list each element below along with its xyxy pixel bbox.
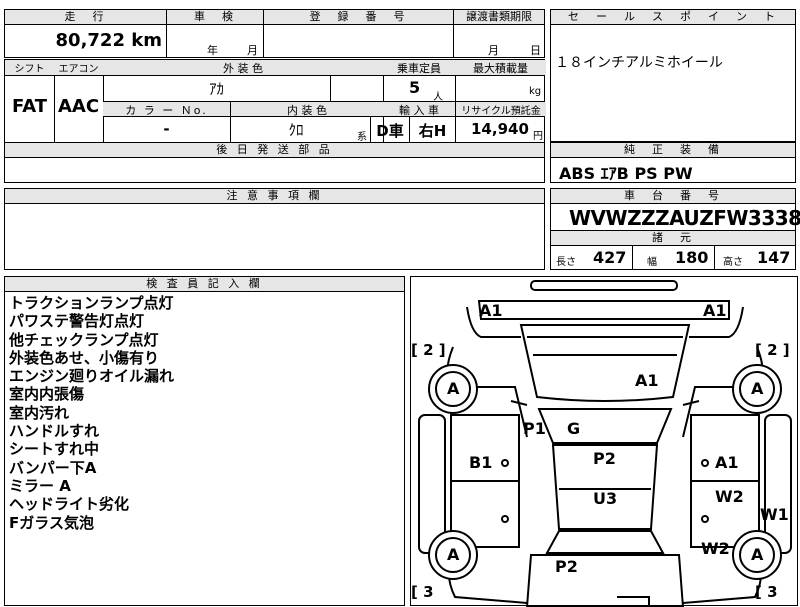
damage-mark-trunk: P2	[555, 557, 578, 576]
transfer-month-unit: 月	[488, 44, 499, 57]
equipment-header: 純 正 装 備	[551, 143, 795, 158]
import-value-1: D車	[376, 122, 404, 140]
damage-mark-door-right-rear: W2	[715, 487, 744, 506]
note-line: シートすれ中	[9, 440, 100, 459]
inspection-box: 車 検 年 月	[166, 9, 264, 58]
inspector-notes: トラクションランプ点灯 パワステ警告灯点灯 他チェックランプ点灯 外装色あせ、小…	[9, 294, 174, 532]
inspector-box: 検 査 員 記 入 欄 トラクションランプ点灯 パワステ警告灯点灯 他チェックラ…	[4, 276, 405, 606]
transfer-box: 譲渡書類期限 月 日	[453, 9, 545, 58]
caution-box: 注 意 事 項 欄	[4, 188, 545, 270]
mileage-value: 80,722	[55, 30, 125, 51]
max-load-label: 最大積載量	[455, 60, 546, 75]
tread-left-rear: [ 3	[411, 583, 434, 601]
note-line: 外装色あせ、小傷有り	[9, 348, 160, 367]
exterior-color-label: 外 装 色	[103, 60, 383, 75]
max-load-unit: kg	[529, 86, 542, 97]
tread-left-front: [ 2 ]	[411, 341, 446, 359]
note-line: ミラー A	[9, 476, 71, 495]
spec-grid: シフト FAT エアコン AAC 外 装 色 ｱｶ 乗車定員 5 人 最大積載量…	[4, 59, 546, 143]
recycle-label: リサイクル預託金	[456, 102, 546, 117]
ac-label: エアコン	[54, 60, 103, 75]
damage-mark-pillar: P1	[523, 419, 546, 438]
transfer-label: 譲渡書類期限	[454, 10, 544, 25]
length-label: 長さ	[556, 257, 576, 268]
damage-mark-front-right: A1	[703, 301, 727, 320]
damage-mark-tire-fr: A	[751, 379, 764, 398]
shift-value: FAT	[11, 96, 48, 117]
damage-mark-quarter-rear-right: W2	[701, 539, 730, 558]
sales-point-text: １８インチアルミホイール	[555, 55, 723, 71]
damage-mark-hood: A1	[635, 371, 659, 390]
capacity-value: 5	[409, 78, 421, 97]
inspector-header: 検 査 員 記 入 欄	[5, 277, 404, 292]
recycle-unit: 円	[533, 131, 543, 142]
width-value: 180	[675, 248, 709, 267]
equipment-box: 純 正 装 備 ABS ｴｱB PS PW	[550, 142, 796, 183]
ac-value: AAC	[57, 96, 100, 117]
capacity-label: 乗車定員	[383, 60, 455, 75]
damage-mark-door-left: B1	[469, 453, 493, 472]
delivery-parts-header: 後 日 発 送 部 品	[5, 143, 544, 158]
capacity-unit: 人	[433, 92, 443, 103]
car-diagram-drawing	[418, 280, 792, 607]
interior-color-unit: 系	[357, 132, 367, 143]
damage-mark-roof-front: P2	[593, 449, 616, 468]
inspection-year-unit: 年	[207, 44, 218, 57]
note-line: 他チェックランプ点灯	[9, 330, 159, 349]
note-line: エンジン廻りオイル漏れ	[9, 367, 175, 386]
interior-color-label: 内 装 色	[231, 102, 383, 117]
exterior-color-value: ｱｶ	[208, 80, 224, 98]
mileage-label: 走 行	[5, 10, 166, 25]
note-line: バンパー下A	[9, 458, 97, 477]
damage-mark-fender-rear-right: W1	[760, 505, 789, 524]
note-line: Fガラス気泡	[9, 513, 94, 532]
equipment-text: ABS ｴｱB PS PW	[559, 164, 693, 183]
recycle-value: 14,940	[471, 120, 529, 138]
inspection-month-unit: 月	[247, 44, 258, 57]
note-line: トラクションランプ点灯	[9, 294, 174, 312]
mileage-box: 走 行 80,722 km	[4, 9, 167, 58]
note-line: 室内汚れ	[9, 403, 70, 422]
damage-mark-tire-rl: A	[447, 545, 460, 564]
transfer-day-unit: 日	[530, 44, 541, 57]
registration-box: 登 録 番 号	[263, 9, 454, 58]
caution-header: 注 意 事 項 欄	[5, 189, 544, 204]
color-no-value: -	[163, 120, 170, 138]
color-no-label: カ ラ ー Ｎo.	[103, 102, 230, 117]
damage-mark-door-right-front: A1	[715, 453, 739, 472]
note-line: ヘッドライト劣化	[9, 495, 130, 514]
shift-label: シフト	[5, 60, 54, 75]
length-value: 427	[593, 248, 627, 267]
chassis-header: 車 台 番 号	[551, 189, 795, 204]
height-label: 高さ	[723, 257, 743, 268]
delivery-parts-box: 後 日 発 送 部 品	[4, 142, 545, 183]
note-line: 室内内張傷	[9, 385, 85, 404]
note-line: パワステ警告灯点灯	[9, 312, 145, 331]
damage-mark-tire-rr: A	[751, 545, 764, 564]
width-label: 幅	[647, 257, 657, 268]
interior-color-value: ｸﾛ	[288, 121, 304, 139]
height-value: 147	[757, 248, 791, 267]
damage-mark-roof-rear: U3	[593, 489, 618, 508]
specs-header: 諸 元	[551, 231, 795, 246]
note-line: ハンドルすれ	[9, 422, 100, 441]
damage-mark-tire-fl: A	[447, 379, 460, 398]
sales-point-box: セ ー ル ス ポ イ ン ト １８インチアルミホイール	[550, 9, 796, 142]
registration-label: 登 録 番 号	[264, 10, 453, 25]
import-label: 輸 入 車	[383, 102, 455, 117]
damage-mark-front-left: A1	[479, 301, 503, 320]
damage-mark-windshield: G	[567, 419, 581, 438]
chassis-box: 車 台 番 号 WVWZZZAUZFW333840 諸 元 長さ 427 幅 1…	[550, 188, 800, 270]
sales-point-header: セ ー ル ス ポ イ ン ト	[551, 10, 795, 25]
chassis-number: WVWZZZAUZFW333840	[569, 206, 800, 230]
tread-right-rear: [ 3	[755, 583, 778, 601]
mileage-unit: km	[131, 30, 162, 51]
import-value-2: 右H	[418, 122, 447, 140]
inspection-label: 車 検	[167, 10, 263, 25]
car-diagram-box: [ 2 ] [ 2 ] [ 3 [ 3 A1 A1 A1 A A A A P1 …	[410, 276, 798, 607]
tread-right-front: [ 2 ]	[755, 341, 790, 359]
